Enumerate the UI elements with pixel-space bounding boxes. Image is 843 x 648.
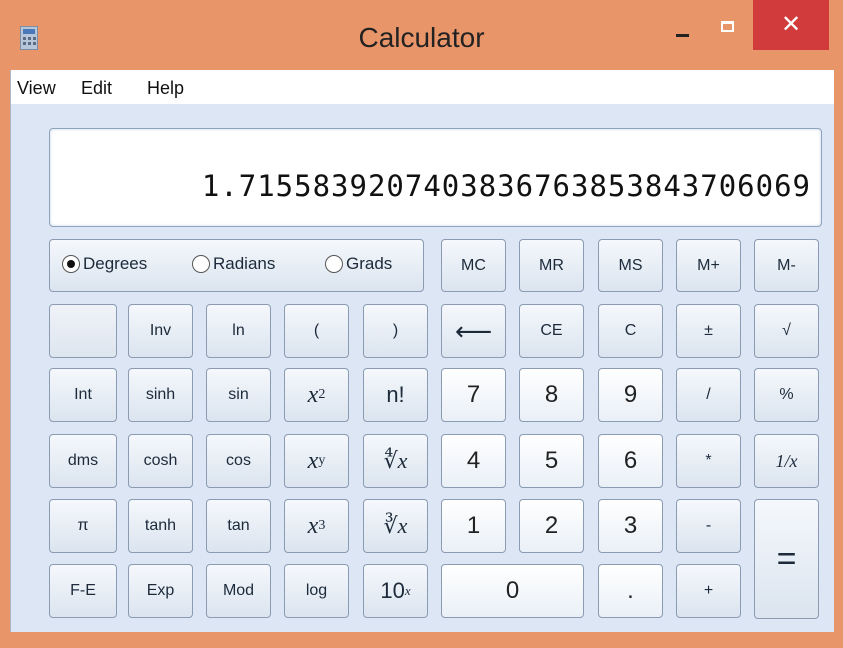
menu-edit[interactable]: Edit: [81, 78, 112, 99]
tanh-button[interactable]: tanh: [128, 499, 193, 553]
digit-7-button[interactable]: 7: [441, 368, 506, 422]
menu-view[interactable]: View: [17, 78, 56, 99]
equals-button[interactable]: =: [754, 499, 819, 619]
digit-6-button[interactable]: 6: [598, 434, 663, 488]
display-value: 1.7155839207403836763853843706069: [201, 169, 811, 203]
blank-button: [49, 304, 117, 358]
subtract-button[interactable]: -: [676, 499, 741, 553]
minimize-button[interactable]: [662, 16, 702, 46]
client-area: View Edit Help 1.71558392074038367638538…: [10, 70, 834, 632]
menu-help[interactable]: Help: [147, 78, 184, 99]
multiply-button[interactable]: *: [676, 434, 741, 488]
ten-power-x-button[interactable]: 10 x: [363, 564, 428, 618]
sinh-button[interactable]: sinh: [128, 368, 193, 422]
add-button[interactable]: +: [676, 564, 741, 618]
dms-button[interactable]: dms: [49, 434, 117, 488]
digit-9-button[interactable]: 9: [598, 368, 663, 422]
decimal-button[interactable]: .: [598, 564, 663, 618]
ce-button[interactable]: CE: [519, 304, 584, 358]
reciprocal-button[interactable]: 1/x: [754, 434, 819, 488]
mr-button[interactable]: MR: [519, 239, 584, 292]
m-minus-button[interactable]: M-: [754, 239, 819, 292]
radio-unselected-icon: [325, 255, 343, 273]
radio-grads[interactable]: Grads: [325, 254, 392, 274]
cos-button[interactable]: cos: [206, 434, 271, 488]
radio-unselected-icon: [192, 255, 210, 273]
radio-radians[interactable]: Radians: [192, 254, 275, 274]
calculator-body: 1.7155839207403836763853843706069 Degree…: [11, 104, 834, 632]
window-border: [0, 632, 843, 648]
title-bar[interactable]: Calculator ✕: [0, 0, 843, 70]
pi-button[interactable]: π: [49, 499, 117, 553]
menu-bar: View Edit Help: [11, 70, 834, 104]
digit-1-button[interactable]: 1: [441, 499, 506, 553]
factorial-button[interactable]: n!: [363, 368, 428, 422]
maximize-button[interactable]: [710, 14, 750, 44]
angle-mode-group: Degrees Radians Grads: [49, 239, 424, 292]
radio-selected-icon: [62, 255, 80, 273]
m-plus-button[interactable]: M+: [676, 239, 741, 292]
x-cubed-button[interactable]: x3: [284, 499, 349, 553]
result-display: 1.7155839207403836763853843706069: [49, 128, 822, 227]
backspace-button[interactable]: ⟵: [441, 304, 506, 358]
sqrt-button[interactable]: √: [754, 304, 819, 358]
mod-button[interactable]: Mod: [206, 564, 271, 618]
digit-0-button[interactable]: 0: [441, 564, 584, 618]
ms-button[interactable]: MS: [598, 239, 663, 292]
close-paren-button[interactable]: ): [363, 304, 428, 358]
radio-degrees[interactable]: Degrees: [62, 254, 147, 274]
calculator-window: Calculator ✕ View Edit Help 1.7155839207…: [0, 0, 843, 648]
tan-button[interactable]: tan: [206, 499, 271, 553]
digit-3-button[interactable]: 3: [598, 499, 663, 553]
x-power-y-button[interactable]: xy: [284, 434, 349, 488]
close-icon: ✕: [780, 11, 802, 38]
ln-button[interactable]: ln: [206, 304, 271, 358]
y-root-x-button[interactable]: ∜x: [363, 434, 428, 488]
inv-button[interactable]: Inv: [128, 304, 193, 358]
digit-4-button[interactable]: 4: [441, 434, 506, 488]
cosh-button[interactable]: cosh: [128, 434, 193, 488]
digit-8-button[interactable]: 8: [519, 368, 584, 422]
mc-button[interactable]: MC: [441, 239, 506, 292]
digit-2-button[interactable]: 2: [519, 499, 584, 553]
fe-button[interactable]: F-E: [49, 564, 117, 618]
c-button[interactable]: C: [598, 304, 663, 358]
cube-root-button[interactable]: ∛x: [363, 499, 428, 553]
close-button[interactable]: ✕: [753, 0, 829, 50]
open-paren-button[interactable]: (: [284, 304, 349, 358]
log-button[interactable]: log: [284, 564, 349, 618]
plus-minus-button[interactable]: ±: [676, 304, 741, 358]
digit-5-button[interactable]: 5: [519, 434, 584, 488]
x-squared-button[interactable]: x2: [284, 368, 349, 422]
divide-button[interactable]: /: [676, 368, 741, 422]
exp-button[interactable]: Exp: [128, 564, 193, 618]
percent-button[interactable]: %: [754, 368, 819, 422]
int-button[interactable]: Int: [49, 368, 117, 422]
sin-button[interactable]: sin: [206, 368, 271, 422]
